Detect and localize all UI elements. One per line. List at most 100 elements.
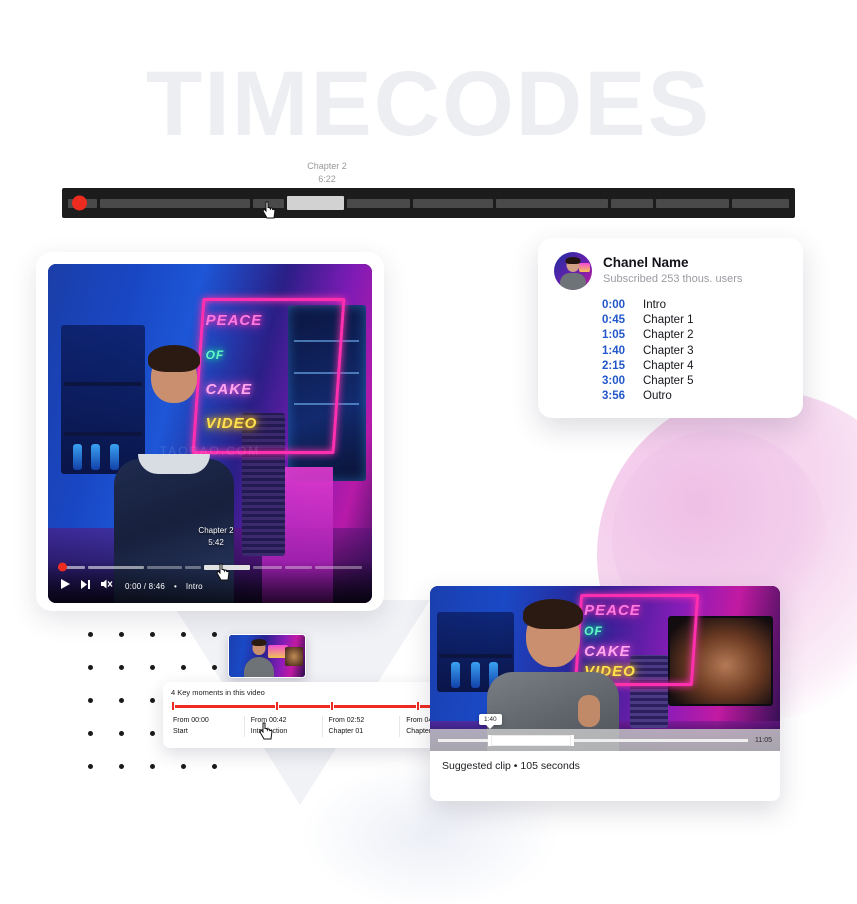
- avatar-body: [560, 272, 586, 290]
- top-timeline-segment[interactable]: [611, 198, 654, 208]
- grid-dot: [181, 764, 186, 769]
- key-moment-item[interactable]: From 00:42 Introduction: [243, 716, 322, 737]
- suggested-clip-card[interactable]: PEACE OF CAKE VIDEO 1:40 11:05 Suggested…: [430, 586, 780, 801]
- avatar-neon-glow: [579, 263, 590, 273]
- chapter-timestamp[interactable]: 0:45: [602, 313, 632, 328]
- preview-screen: [285, 646, 304, 666]
- top-timeline-segment-active[interactable]: [287, 196, 344, 210]
- grid-dot: [88, 665, 93, 670]
- clip-caption: Suggested clip • 105 seconds: [442, 760, 580, 772]
- grid-dot: [150, 698, 155, 703]
- main-progress-playhead[interactable]: [58, 562, 67, 572]
- key-moment-item[interactable]: From 00:00 Start: [171, 716, 244, 737]
- chapter-row[interactable]: 3:00 Chapter 5: [602, 374, 787, 389]
- grid-dot: [150, 665, 155, 670]
- clip-time-tooltip: 1:40: [479, 714, 502, 725]
- grid-dot: [150, 764, 155, 769]
- top-timeline-segment[interactable]: [413, 198, 494, 208]
- channel-subscribers: Subscribed 253 thous. users: [603, 273, 743, 286]
- time-readout: 0:00 / 8:46: [125, 581, 166, 591]
- clip-progress-bar[interactable]: 11:05: [430, 729, 780, 751]
- top-timeline-segment[interactable]: [496, 198, 609, 208]
- clip-video-frame[interactable]: PEACE OF CAKE VIDEO 1:40 11:05: [430, 586, 780, 751]
- main-progress-bar[interactable]: [58, 561, 362, 573]
- key-moment-item[interactable]: From 02:52 Chapter 01: [321, 716, 400, 737]
- chapter-title[interactable]: Chapter 2: [643, 328, 694, 343]
- main-progress-segment[interactable]: [203, 564, 251, 570]
- main-progress-segment[interactable]: [185, 565, 201, 569]
- preview-hair: [251, 639, 267, 647]
- top-timeline[interactable]: Chapter 2 6:22: [62, 161, 795, 219]
- channel-row[interactable]: Chanel Name Subscribed 253 thous. users: [554, 252, 787, 290]
- clip-shelf-bottle: [450, 661, 460, 688]
- grid-dot: [119, 731, 124, 736]
- avatar[interactable]: [554, 252, 592, 290]
- chapter-title[interactable]: Intro: [643, 298, 666, 313]
- chapter-title[interactable]: Outro: [643, 389, 672, 404]
- chapter-row[interactable]: 0:45 Chapter 1: [602, 313, 787, 328]
- chapter-timestamp[interactable]: 3:00: [602, 374, 632, 389]
- top-timeline-tooltip: Chapter 2 6:22: [267, 160, 387, 186]
- chapter-row[interactable]: 2:15 Chapter 4: [602, 359, 787, 374]
- grid-dot: [88, 632, 93, 637]
- top-timeline-segment[interactable]: [732, 198, 790, 208]
- key-moment-marker[interactable]: [415, 702, 420, 710]
- grid-dot: [181, 665, 186, 670]
- chapters-card: Chanel Name Subscribed 253 thous. users …: [538, 238, 803, 418]
- chapter-timestamp[interactable]: 2:15: [602, 359, 632, 374]
- play-icon[interactable]: [60, 577, 71, 595]
- chapter-row[interactable]: 0:00 Intro: [602, 298, 787, 313]
- key-moment-marker[interactable]: [330, 702, 335, 710]
- key-moment-marker[interactable]: [275, 702, 280, 710]
- main-video-card[interactable]: PEACE OF CAKE VIDEO TAOBAO.COM Chapter 2…: [36, 252, 384, 611]
- main-video-controls[interactable]: Chapter 2 5:42 0:00 / 8:46 • Intro: [48, 526, 372, 603]
- main-progress-segment[interactable]: [253, 565, 283, 569]
- chapter-title[interactable]: Chapter 1: [643, 313, 694, 328]
- grid-dot: [181, 632, 186, 637]
- hover-preview-thumbnail: [228, 634, 306, 678]
- clip-track[interactable]: [438, 734, 748, 746]
- grid-dot: [88, 764, 93, 769]
- clip-duration: 11:05: [755, 736, 772, 744]
- main-video-frame[interactable]: PEACE OF CAKE VIDEO TAOBAO.COM Chapter 2…: [48, 264, 372, 603]
- chapter-timestamp[interactable]: 1:05: [602, 328, 632, 343]
- main-progress-segment[interactable]: [88, 565, 145, 569]
- chapter-title[interactable]: Chapter 5: [643, 374, 694, 389]
- channel-name: Chanel Name: [603, 255, 689, 271]
- main-tooltip-time: 5:42: [208, 538, 224, 547]
- volume-muted-icon[interactable]: [100, 577, 113, 595]
- top-timeline-track[interactable]: [62, 188, 795, 218]
- main-tooltip-chapter: Chapter 2: [198, 526, 234, 535]
- chapter-title[interactable]: Chapter 4: [643, 359, 694, 374]
- chapter-timestamp[interactable]: 1:40: [602, 344, 632, 359]
- top-timeline-segment[interactable]: [656, 198, 730, 208]
- readout-separator: •: [174, 581, 177, 591]
- next-track-icon[interactable]: [80, 577, 91, 595]
- grid-dot: [119, 632, 124, 637]
- main-progress-segment[interactable]: [147, 565, 183, 569]
- chapter-timestamp[interactable]: 0:00: [602, 298, 632, 313]
- avatar-hair: [565, 256, 581, 264]
- key-moment-label: Introduction: [250, 727, 288, 735]
- chapter-row[interactable]: 1:40 Chapter 3: [602, 344, 787, 359]
- top-timeline-segment[interactable]: [346, 198, 411, 208]
- chapter-row[interactable]: 1:05 Chapter 2: [602, 328, 787, 343]
- grid-dot: [212, 764, 217, 769]
- chapter-row[interactable]: 3:56 Outro: [602, 389, 787, 404]
- main-progress-segment[interactable]: [315, 565, 362, 569]
- presenter-hair: [148, 345, 201, 373]
- key-moment-marker[interactable]: [171, 702, 175, 710]
- page-title: TIMECODES: [146, 53, 711, 155]
- top-timeline-playhead[interactable]: [72, 195, 87, 211]
- main-progress-segment[interactable]: [285, 565, 313, 569]
- top-timeline-segment[interactable]: [100, 198, 251, 208]
- top-timeline-segment[interactable]: [253, 198, 285, 208]
- key-moment-from: From 00:42: [250, 717, 287, 724]
- chapter-timestamp[interactable]: 3:56: [602, 389, 632, 404]
- key-moment-from: From 00:00: [173, 717, 209, 724]
- chapter-list[interactable]: 0:00 Intro 0:45 Chapter 1 1:05 Chapter 2 1:40 C…: [602, 298, 787, 404]
- chapter-title[interactable]: Chapter 3: [643, 344, 694, 359]
- main-control-buttons[interactable]: 0:00 / 8:46 • Intro: [58, 573, 362, 597]
- grid-dot: [150, 731, 155, 736]
- clip-range-selector[interactable]: [487, 734, 575, 746]
